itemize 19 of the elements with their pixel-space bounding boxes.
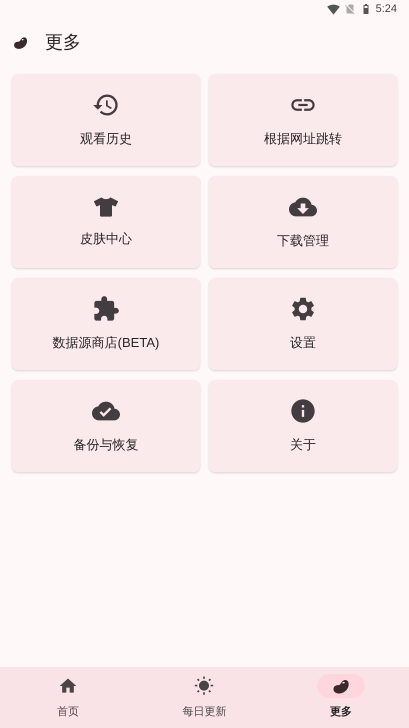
status-time: 5:24 <box>376 2 397 17</box>
sun-icon <box>194 676 214 696</box>
page-title: 更多 <box>45 30 81 54</box>
shirt-icon <box>94 195 118 220</box>
menu-card[interactable]: 观看历史 <box>12 74 200 166</box>
menu-card[interactable]: 根据网址跳转 <box>209 74 397 166</box>
info-icon <box>289 397 317 426</box>
puzzle-icon <box>92 295 120 324</box>
menu-card[interactable]: 下载管理 <box>209 176 397 268</box>
menu-card[interactable]: 数据源商店(BETA) <box>12 278 200 370</box>
menu-card[interactable]: 备份与恢复 <box>12 380 200 472</box>
menu-card[interactable]: 皮肤中心 <box>12 176 200 268</box>
menu-card[interactable]: 关于 <box>209 380 397 472</box>
nav-tab[interactable]: 更多 <box>272 674 409 721</box>
no-sim-icon <box>344 3 356 15</box>
nav-tab[interactable]: 每日更新 <box>136 674 273 721</box>
menu-card[interactable]: 设置 <box>209 278 397 370</box>
wifi-icon <box>326 2 340 16</box>
nav-tab[interactable]: 首页 <box>0 674 136 721</box>
